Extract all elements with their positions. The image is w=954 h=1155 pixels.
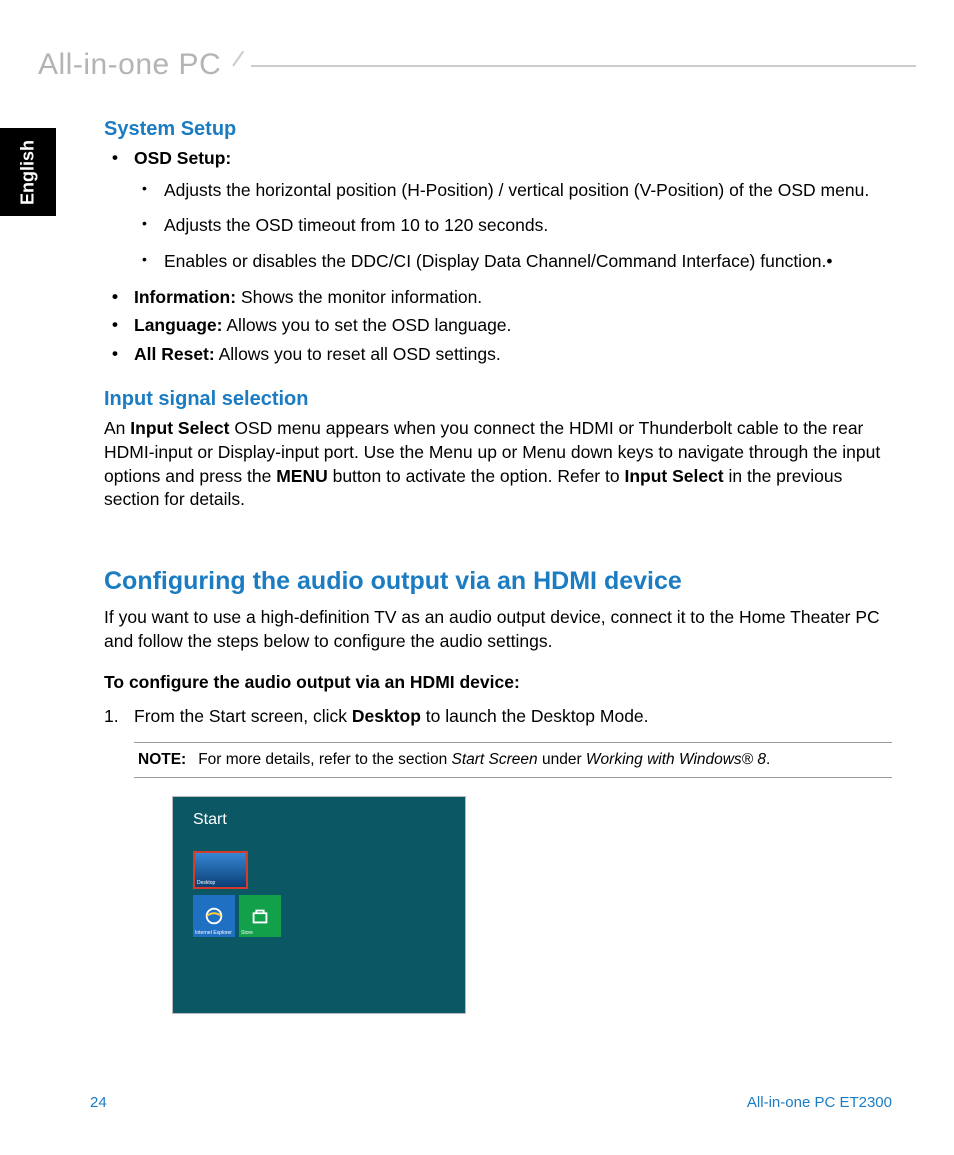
language-tab: English [0, 128, 56, 216]
tile-caption: Store [241, 930, 253, 936]
tile-caption: Internet Explorer [195, 930, 232, 936]
page-content: System Setup OSD Setup: Adjusts the hori… [104, 118, 892, 1014]
text-italic: Working with Windows® 8 [586, 751, 766, 768]
page-footer: 24 All-in-one PC ET2300 [90, 1094, 892, 1111]
list-item: Language: Allows you to set the OSD lang… [104, 314, 892, 338]
language-text: Allows you to set the OSD language. [222, 315, 511, 335]
information-label: Information: [134, 287, 236, 307]
text-bold: MENU [276, 466, 328, 486]
information-text: Shows the monitor information. [236, 287, 482, 307]
text: For more details, refer to the section [198, 751, 451, 768]
all-reset-text: Allows you to reset all OSD settings. [215, 344, 501, 364]
page-header: All-in-one PC [38, 48, 916, 82]
ie-icon [203, 905, 225, 927]
note-box: NOTE: For more details, refer to the sect… [134, 742, 892, 778]
windows-start-screenshot: Start Internet Explorer Store [172, 796, 466, 1014]
text: . [766, 751, 770, 768]
text: An [104, 418, 130, 438]
tile-internet-explorer: Internet Explorer [193, 895, 235, 937]
text-bold: Input Select [130, 418, 229, 438]
language-label: Language: [134, 315, 222, 335]
system-setup-list: OSD Setup: Adjusts the horizontal positi… [104, 147, 892, 366]
text: to launch the Desktop Mode. [421, 706, 649, 726]
heading-configuring-audio: Configuring the audio output via an HDMI… [104, 567, 892, 596]
start-label: Start [193, 811, 227, 829]
input-signal-paragraph: An Input Select OSD menu appears when yo… [104, 417, 892, 512]
text: From the Start screen, click [134, 706, 352, 726]
osd-sub-list: Adjusts the horizontal position (H-Posit… [134, 179, 892, 274]
step-number: 1. [104, 705, 119, 729]
header-divider-line [251, 65, 916, 67]
list-item: OSD Setup: Adjusts the horizontal positi… [104, 147, 892, 274]
header-divider-slash [233, 51, 251, 79]
step-1: 1. From the Start screen, click Desktop … [104, 705, 892, 729]
text-italic: Start Screen [452, 751, 538, 768]
tile-desktop [193, 851, 248, 889]
list-item: All Reset: Allows you to reset all OSD s… [104, 343, 892, 367]
configuring-intro: If you want to use a high-definition TV … [104, 606, 892, 653]
list-item: Information: Shows the monitor informati… [104, 286, 892, 310]
all-reset-label: All Reset: [134, 344, 215, 364]
text-bold: Desktop [352, 706, 421, 726]
list-item: Adjusts the horizontal position (H-Posit… [134, 179, 892, 203]
note-label: NOTE: [138, 751, 186, 768]
list-item: Enables or disables the DDC/CI (Display … [134, 250, 892, 274]
header-title: All-in-one PC [38, 48, 233, 82]
heading-input-signal: Input signal selection [104, 388, 892, 411]
osd-setup-label: OSD Setup: [134, 148, 231, 168]
list-item: Adjusts the OSD timeout from 10 to 120 s… [134, 214, 892, 238]
page-number: 24 [90, 1094, 107, 1111]
text-bold: Input Select [624, 466, 723, 486]
store-icon [249, 905, 271, 927]
footer-model: All-in-one PC ET2300 [747, 1094, 892, 1111]
text: button to activate the option. Refer to [328, 466, 625, 486]
tile-store: Store [239, 895, 281, 937]
configure-steps: 1. From the Start screen, click Desktop … [104, 705, 892, 729]
configure-subheading: To configure the audio output via an HDM… [104, 671, 892, 695]
text: under [538, 751, 586, 768]
heading-system-setup: System Setup [104, 118, 892, 141]
